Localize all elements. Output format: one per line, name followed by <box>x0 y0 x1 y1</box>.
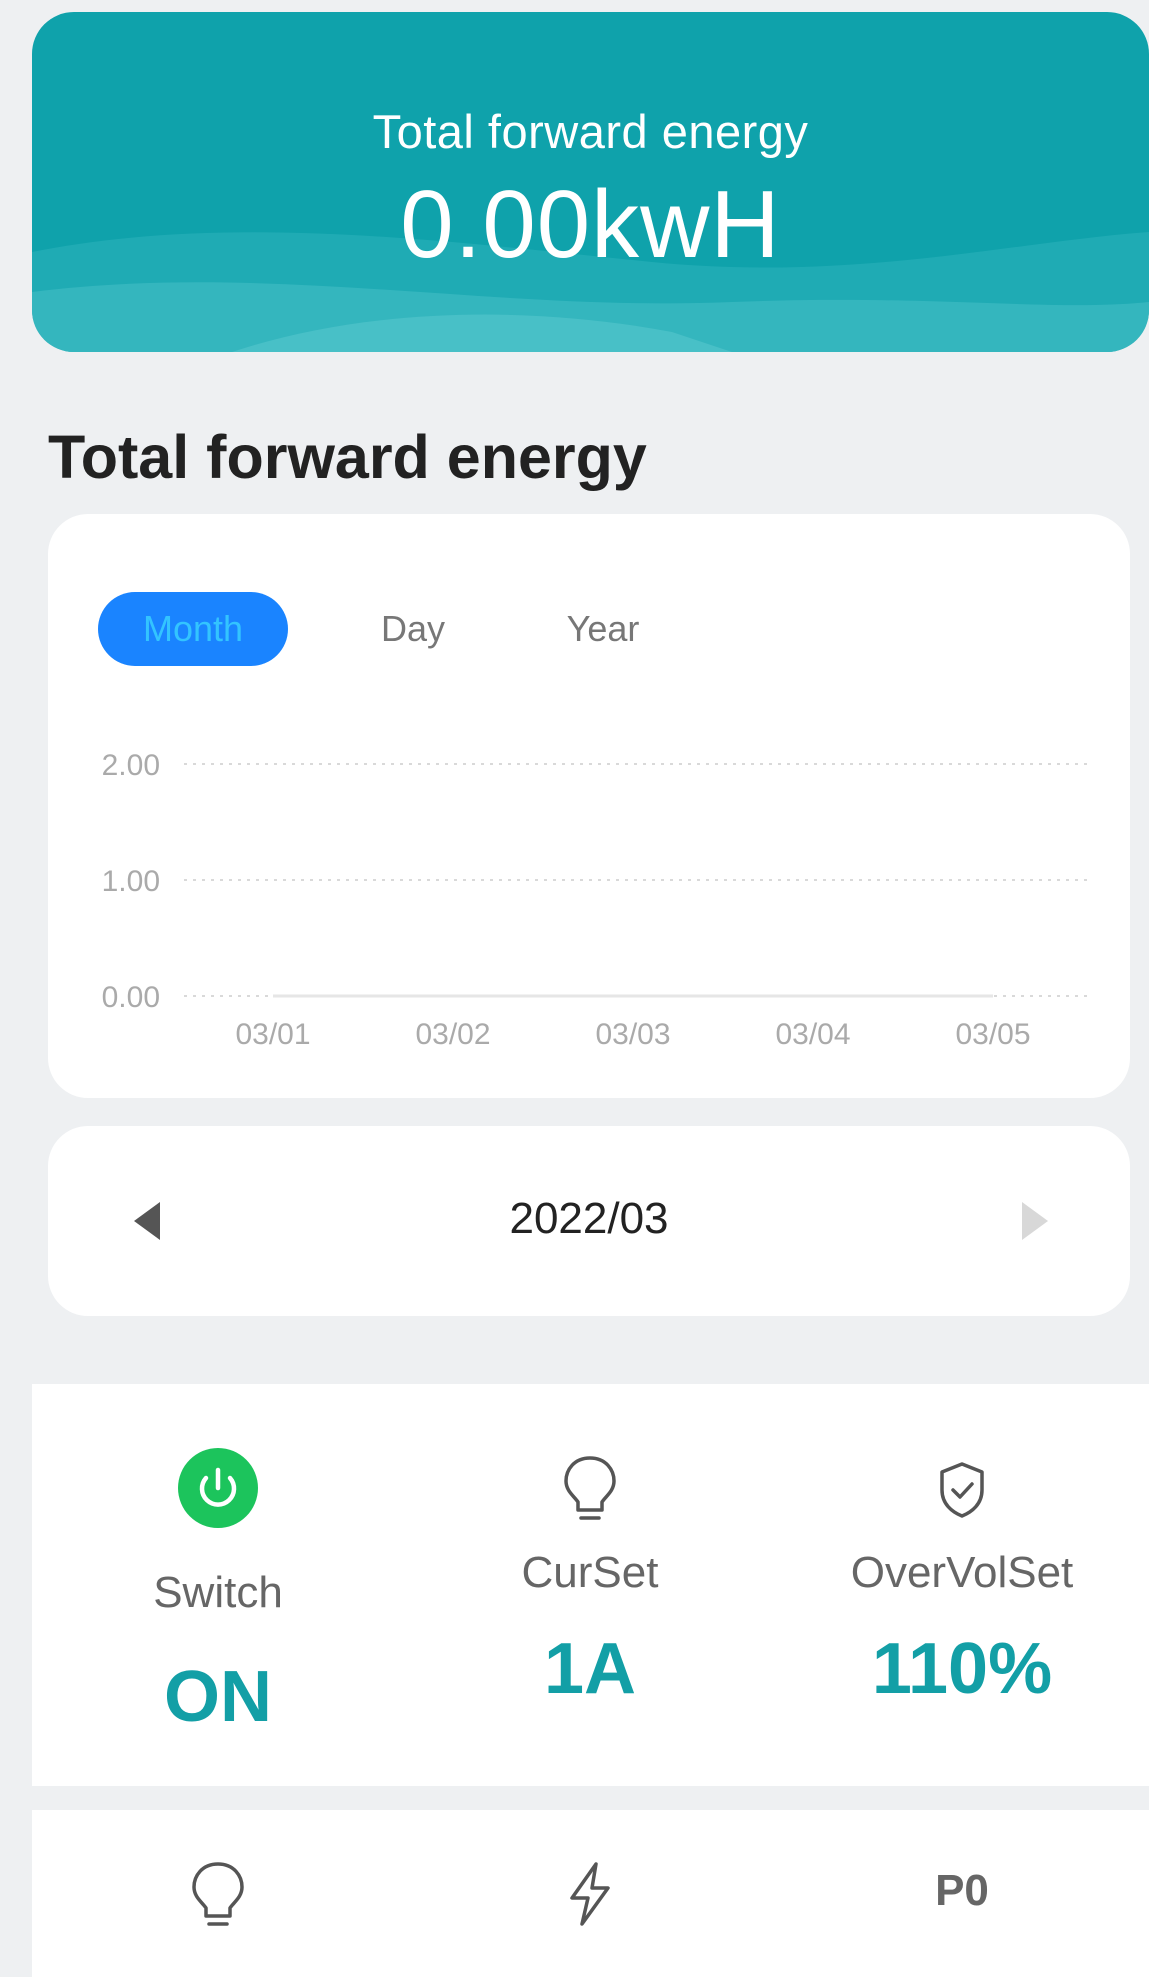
curset-value: 1A <box>543 1629 637 1709</box>
hero-energy-value: 0.00kwH <box>400 171 781 278</box>
y-tick-label: 2.00 <box>102 749 160 782</box>
lightning-icon <box>570 1862 610 1926</box>
x-tick-label: 03/02 <box>415 1018 490 1051</box>
overvolset-label: OverVolSet <box>850 1548 1074 1597</box>
shield-check-icon <box>940 1462 984 1518</box>
lightbulb-icon <box>192 1862 244 1926</box>
x-tick-label: 03/03 <box>595 1018 670 1051</box>
overvolset-stat[interactable]: OverVolSet 110% <box>776 1384 1148 1786</box>
curset-label: CurSet <box>521 1548 659 1597</box>
bottom-item-light[interactable] <box>32 1810 404 1977</box>
x-tick-label: 03/05 <box>955 1018 1030 1051</box>
chart-card: Month Day Year 2.00 1.00 0.00 03/01 03/02 03/… <box>48 514 1130 1098</box>
energy-chart: 2.00 1.00 0.00 03/01 03/02 03/03 03/04 03/05 <box>102 749 1088 1051</box>
stats-card: Switch ON CurSet 1A OverVolSet 110% <box>32 1384 1149 1786</box>
current-period: 2022/03 <box>509 1194 669 1243</box>
x-tick-label: 03/01 <box>235 1018 310 1051</box>
energy-summary-banner: Total forward energy 0.00kwH <box>32 12 1149 352</box>
curset-stat[interactable]: CurSet 1A <box>404 1384 776 1786</box>
date-navigator: 2022/03 <box>48 1126 1130 1316</box>
switch-stat[interactable]: Switch ON <box>32 1384 404 1786</box>
overvolset-value: 110% <box>871 1629 1053 1709</box>
hero-label: Total forward energy <box>372 105 809 158</box>
y-tick-label: 1.00 <box>102 865 160 898</box>
power-icon[interactable] <box>178 1448 258 1528</box>
section-title: Total forward energy <box>48 423 647 491</box>
bottom-item-p0[interactable]: P0 <box>776 1810 1148 1977</box>
x-tick-label: 03/04 <box>775 1018 850 1051</box>
bottom-row: P0 <box>32 1810 1149 1977</box>
switch-label: Switch <box>153 1568 283 1617</box>
p0-label: P0 <box>935 1866 989 1915</box>
bottom-item-power[interactable] <box>404 1810 776 1977</box>
y-tick-label: 0.00 <box>102 981 160 1014</box>
switch-value: ON <box>164 1657 272 1737</box>
next-period-button[interactable] <box>1014 1194 1054 1248</box>
lightbulb-icon <box>564 1456 616 1520</box>
